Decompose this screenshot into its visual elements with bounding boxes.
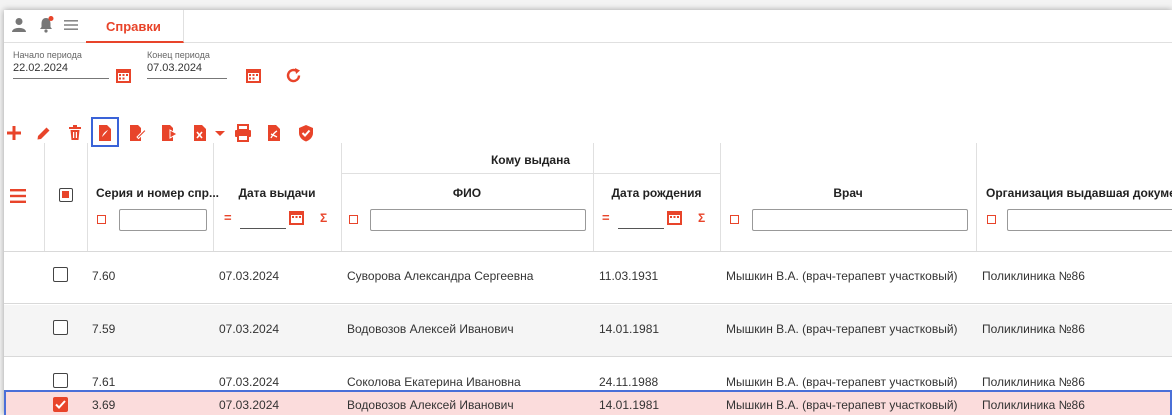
select-all-checkbox[interactable] [59,188,73,202]
edit-icon[interactable] [34,123,54,143]
chevron-down-icon[interactable] [210,123,230,143]
period-end-input[interactable]: 07.03.2024 [147,62,227,79]
references-table: Кому выдана Серия и номер спр... Дата вы… [4,143,1172,415]
cell-birth-date: 14.01.1981 [599,322,660,336]
add-icon[interactable] [4,123,24,143]
filter-equals-icon[interactable]: = [224,210,232,225]
filter-doctor-input[interactable] [752,209,968,231]
excel-icon[interactable] [191,123,211,143]
cell-series: 7.61 [92,375,116,389]
columns-menu-icon[interactable] [10,189,26,206]
filter-fio-input[interactable] [370,209,586,231]
top-bar: Справки [4,10,1172,43]
filter-issue-date-input[interactable] [240,228,286,229]
filter-birth-date-input[interactable] [618,228,664,229]
cell-org: Поликлиника №86 [982,398,1085,412]
shield-check-icon[interactable] [296,123,316,143]
cell-doctor: Мышкин В.А. (врач-терапевт участковый) [726,269,958,283]
column-separator [976,143,977,252]
column-header-issue-date[interactable]: Дата выдачи [213,186,341,200]
column-header-org[interactable]: Организация выдавшая документ [986,186,1172,200]
cell-issue-date: 07.03.2024 [219,269,280,283]
period-start-field[interactable]: Начало периода 22.02.2024 [13,50,109,79]
filter-mode-icon[interactable] [349,215,358,224]
cell-series: 7.60 [92,269,116,283]
column-header-birth-date[interactable]: Дата рождения [593,186,720,200]
cell-series: 7.59 [92,322,116,336]
cell-org: Поликлиника №86 [982,375,1085,389]
row-checkbox-checked[interactable] [53,397,68,412]
filter-mode-icon[interactable] [730,215,739,224]
table-row-selected[interactable]: 3.69 07.03.2024 Водовозов Алексей Иванов… [4,390,1172,415]
cell-birth-date: 24.11.1988 [599,375,659,389]
filter-mode-icon[interactable] [987,215,996,224]
refresh-icon[interactable] [285,67,302,84]
acrobat-icon[interactable] [264,123,284,143]
user-icon[interactable] [10,16,28,34]
table-row[interactable]: 7.60 07.03.2024 Суворова Александра Серг… [4,252,1172,304]
app-window: Справки Начало периода 22.02.2024 Конец … [4,10,1172,415]
menu-icon[interactable] [62,16,80,34]
period-end-label: Конец периода [147,50,210,60]
filter-org-input[interactable] [1007,209,1172,231]
bell-icon[interactable] [37,16,55,34]
group-divider [341,173,720,174]
cell-doctor: Мышкин В.А. (врач-терапевт участковый) [726,398,958,412]
checkmark-icon [55,400,66,409]
row-checkbox[interactable] [53,373,68,388]
sum-icon[interactable]: Σ [320,211,327,225]
cell-fio: Соколова Екатерина Ивановна [347,375,521,389]
period-start-label: Начало периода [13,50,82,60]
cell-org: Поликлиника №86 [982,322,1085,336]
cell-issue-date: 07.03.2024 [219,375,280,389]
column-header-fio[interactable]: ФИО [341,186,593,200]
tab-label: Справки [106,19,161,34]
calendar-icon[interactable] [245,67,262,84]
cell-doctor: Мышкин В.А. (врач-терапевт участковый) [726,322,958,336]
column-group-header: Кому выдана [490,153,571,167]
filter-series-input[interactable] [119,209,207,231]
cell-fio: Суворова Александра Сергеевна [347,269,534,283]
row-checkbox[interactable] [53,320,68,335]
sign-document-icon[interactable] [127,123,147,143]
cell-fio: Водовозов Алексей Иванович [347,398,514,412]
cell-doctor: Мышкин В.А. (врач-терапевт участковый) [726,375,958,389]
sum-icon[interactable]: Σ [698,211,705,225]
period-end-field[interactable]: Конец периода 07.03.2024 [147,50,227,79]
tab-spravki[interactable]: Справки [86,10,184,43]
export-icon[interactable] [159,123,179,143]
cell-series: 3.69 [92,398,116,412]
cell-birth-date: 14.01.1981 [599,398,660,412]
delete-icon[interactable] [65,123,85,143]
filter-mode-icon[interactable] [97,215,106,224]
pdf-icon[interactable] [95,123,115,143]
calendar-icon[interactable] [115,67,132,84]
table-row[interactable]: 7.59 07.03.2024 Водовозов Алексей Иванов… [4,305,1172,357]
row-checkbox[interactable] [53,267,68,282]
column-separator [44,143,45,252]
period-start-input[interactable]: 22.02.2024 [13,62,109,79]
cell-fio: Водовозов Алексей Иванович [347,322,514,336]
cell-issue-date: 07.03.2024 [219,398,280,412]
column-separator [87,143,88,252]
column-header-series[interactable]: Серия и номер спр... [96,186,219,200]
print-icon[interactable] [233,123,253,143]
cell-issue-date: 07.03.2024 [219,322,280,336]
indeterminate-mark [62,191,69,198]
filter-equals-icon[interactable]: = [602,210,610,225]
calendar-icon[interactable] [666,209,683,226]
cell-org: Поликлиника №86 [982,269,1085,283]
cell-birth-date: 11.03.1931 [599,269,659,283]
column-header-doctor[interactable]: Врач [720,186,976,200]
calendar-icon[interactable] [288,209,305,226]
